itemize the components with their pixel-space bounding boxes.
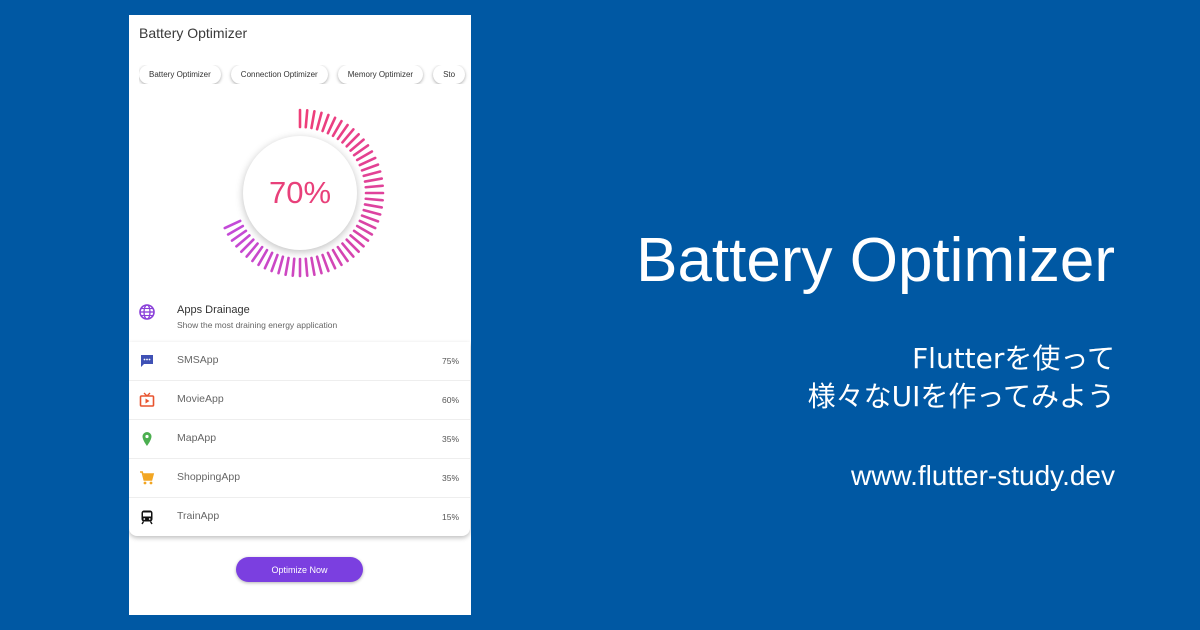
battery-gauge: 70% [214,103,386,283]
gauge-tick [321,113,330,133]
list-item[interactable]: MovieApp 60% [129,381,470,420]
chip-storage-optimizer[interactable]: Sto [433,65,466,84]
battery-gauge-center: 70% [243,136,357,250]
list-item[interactable]: SMSApp 75% [129,342,470,381]
list-item[interactable]: ShoppingApp 35% [129,459,470,498]
gauge-tick [284,256,290,277]
gauge-tick [364,197,384,202]
apps-drainage-header: Apps Drainage Show the most draining ene… [137,302,463,336]
gauge-tick [362,208,382,216]
app-name: ShoppingApp [177,471,241,483]
optimize-now-button[interactable]: Optimize Now [236,557,363,582]
app-percent: 35% [441,473,459,483]
gauge-tick [304,109,309,129]
promo-url[interactable]: www.flutter-study.dev [851,460,1115,492]
gauge-tick [310,256,316,277]
gauge-tick [291,257,296,277]
gauge-tick [223,219,242,230]
promo-tagline: Flutterを使って 様々なUIを作ってみよう [808,340,1115,416]
sms-icon [139,353,155,369]
app-name: MovieApp [177,393,224,405]
gauge-tick [304,257,309,277]
gauge-tick [315,111,323,131]
list-item[interactable]: TrainApp 15% [129,498,470,537]
apps-drainage-title: Apps Drainage [177,304,250,316]
promo-tagline-line1: Flutterを使って [912,342,1115,375]
chip-connection-optimizer[interactable]: Connection Optimizer [230,65,328,84]
gauge-tick [363,177,384,183]
app-name: TrainApp [177,510,220,522]
list-item[interactable]: MapApp 35% [129,420,470,459]
app-percent: 75% [441,356,459,366]
gauge-tick [326,116,337,135]
gauge-tick [270,253,279,273]
app-name: SMSApp [177,354,219,366]
promo-headline: Battery Optimizer [636,226,1115,295]
gauge-tick [360,214,380,223]
app-title: Battery Optimizer [139,25,248,41]
gauge-tick [358,156,377,167]
gauge-tick [360,163,380,172]
gauge-tick [358,219,377,230]
tv-icon [139,392,155,408]
gauge-tick [310,109,316,130]
phone-screen: Battery Optimizer Battery Optimizer Conn… [129,15,471,615]
train-icon [139,509,155,525]
app-percent: 15% [441,512,459,522]
map-pin-icon [139,431,155,447]
app-percent: 35% [441,434,459,444]
chip-battery-optimizer[interactable]: Battery Optimizer [139,65,221,84]
shopping-cart-icon [139,470,155,486]
gauge-tick [277,255,285,275]
chip-memory-optimizer[interactable]: Memory Optimizer [337,65,424,84]
optimizer-chips: Battery Optimizer Connection Optimizer M… [139,65,471,84]
battery-percent: 70% [268,175,332,210]
apps-drainage-subtitle: Show the most draining energy applicatio… [177,320,338,330]
gauge-tick [263,251,274,270]
app-drain-list: SMSApp 75% MovieApp 60% MapApp 35% Shopp… [129,342,470,536]
gauge-tick [363,203,384,209]
app-name: MapApp [177,432,217,444]
gauge-tick [364,184,384,189]
gauge-tick [326,251,337,270]
promo-tagline-line2: 様々なUIを作ってみよう [807,380,1115,413]
gauge-tick [321,253,330,273]
globe-icon [139,304,155,320]
app-percent: 60% [441,395,459,405]
gauge-tick [362,170,382,178]
gauge-tick [315,255,323,275]
